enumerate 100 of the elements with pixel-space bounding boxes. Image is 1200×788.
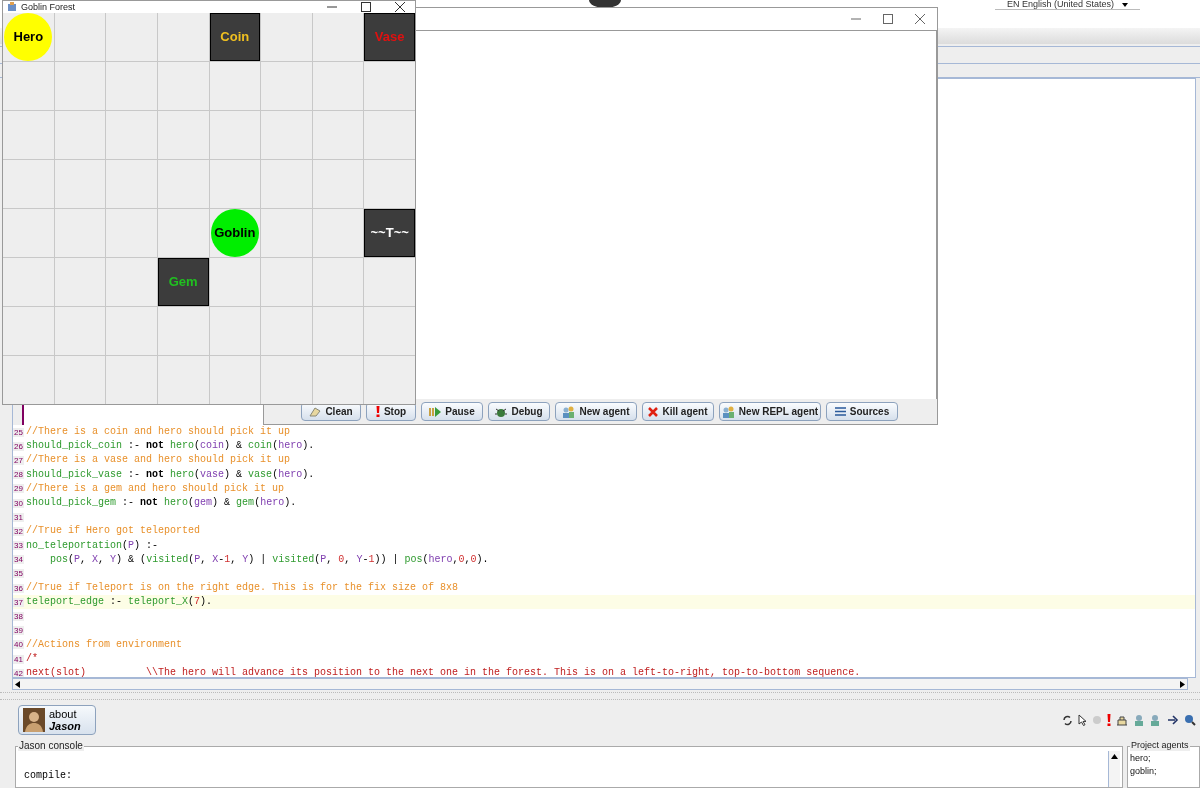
vertical-scrollbar[interactable] — [1108, 751, 1120, 787]
grid-cell — [157, 356, 209, 404]
code-line: /* — [26, 652, 38, 667]
line-number: 42 — [13, 668, 24, 677]
arrow-icon[interactable] — [1167, 715, 1179, 725]
code-line: should_pick_coin :- not hero(coin) & coin(hero). — [26, 439, 315, 454]
grid-cell — [261, 62, 312, 110]
grid-cell — [3, 307, 54, 355]
people-icon — [562, 405, 576, 418]
scroll-left-icon[interactable] — [15, 680, 20, 688]
grid-cell — [54, 307, 106, 355]
agent-list-item[interactable]: hero; — [1130, 752, 1151, 765]
grid-cell — [209, 356, 261, 404]
line-number: 25 — [13, 427, 24, 437]
toolbar-button[interactable]: Pause — [421, 402, 483, 421]
language-dropdown[interactable]: EN English (United States) — [994, 0, 1140, 10]
grid-cell — [157, 111, 209, 159]
search-icon[interactable] — [1184, 714, 1196, 726]
line-number: 26 — [13, 441, 24, 451]
line-number: 33 — [13, 541, 24, 551]
grid-cell — [261, 160, 312, 208]
code-line: //There is a coin and hero should pick it up — [26, 425, 291, 440]
grid-cell — [312, 258, 364, 306]
grid-cell — [261, 258, 312, 306]
toolbar-button[interactable]: New REPL agent — [719, 402, 821, 421]
grid-cell — [106, 13, 157, 61]
grid-cell — [54, 160, 106, 208]
grid-cell — [312, 356, 364, 404]
maximize-icon[interactable] — [883, 14, 893, 24]
grid-cell — [209, 62, 261, 110]
cursor-icon[interactable] — [1078, 714, 1087, 726]
grid-cell — [261, 307, 312, 355]
grid-cell — [3, 258, 54, 306]
app-icon — [7, 2, 17, 12]
menu-icon — [834, 407, 846, 416]
toolbar-button[interactable]: Sources — [826, 402, 898, 421]
code-line: should_pick_vase :- not hero(vase) & vase(hero). — [26, 467, 315, 482]
console-line: compile: — [24, 769, 73, 782]
line-number: 29 — [13, 484, 24, 494]
scroll-right-icon[interactable] — [1180, 680, 1185, 688]
grid-cell — [312, 307, 364, 355]
grid-cell — [261, 13, 312, 61]
line-number: 37 — [13, 597, 24, 607]
grid-cell — [106, 356, 157, 404]
item-label: Gem — [168, 273, 198, 292]
code-line: //There is a gem and hero should pick it up — [26, 481, 285, 496]
grid-cell — [364, 62, 415, 110]
grid-cell — [106, 160, 157, 208]
toolbar-button[interactable]: Debug — [488, 402, 550, 421]
avatar-icon — [23, 708, 45, 732]
grid-cell — [209, 111, 261, 159]
about-button[interactable]: about Jason — [18, 705, 96, 735]
line-number: 36 — [13, 583, 24, 593]
grid-cell — [312, 160, 364, 208]
grid-cell — [3, 209, 54, 257]
item-label: ~~T~~ — [370, 224, 409, 243]
panel-title: Jason console — [18, 740, 84, 751]
line-number: 39 — [13, 626, 24, 636]
cross-icon — [648, 406, 659, 417]
code-line: no_teleportation(P) :- — [26, 538, 159, 553]
code-line: //True if Teleport is on the right edge. This is for the fix size of 8x8 — [26, 581, 459, 596]
grid-cell — [364, 307, 415, 355]
caret-icon — [1122, 2, 1128, 7]
line-number: 35 — [13, 569, 24, 579]
grid-cell — [106, 111, 157, 159]
line-number: 30 — [13, 498, 24, 508]
agent-token: Goblin — [210, 209, 259, 257]
line-number: 40 — [13, 640, 24, 650]
grid-cell — [54, 356, 106, 404]
maximize-icon[interactable] — [361, 2, 371, 12]
grid-cell — [364, 258, 415, 306]
code-line: //There is a vase and hero should pick it up — [26, 453, 291, 468]
grid-cell — [106, 258, 157, 306]
item-label: Vase — [374, 28, 405, 47]
grid-cell — [261, 111, 312, 159]
grid-cell — [157, 160, 209, 208]
grid-cell — [3, 111, 54, 159]
agent-list-item[interactable]: goblin; — [1130, 765, 1157, 778]
people-icon — [721, 405, 735, 418]
exclamation-icon[interactable] — [1107, 714, 1111, 726]
grid-cell — [54, 111, 106, 159]
toolbar-button[interactable]: Kill agent — [642, 402, 714, 421]
grid-cell — [364, 111, 415, 159]
scroll-up-icon[interactable] — [1111, 754, 1118, 759]
grid-cell — [157, 307, 209, 355]
horizontal-scrollbar[interactable] — [12, 678, 1188, 690]
inspector-icon[interactable] — [1116, 714, 1128, 726]
grid-cell — [106, 62, 157, 110]
grid-cell — [106, 209, 157, 257]
line-number: 27 — [13, 455, 24, 465]
line-number: 28 — [13, 470, 24, 480]
code-line: teleport_edge :- teleport_X(7). — [26, 595, 213, 610]
close-icon[interactable] — [915, 14, 925, 24]
grid-cell — [54, 258, 106, 306]
code-line: //True if Hero got teleported — [26, 524, 201, 539]
refresh-icon[interactable] — [1062, 714, 1073, 726]
agent-token: Hero — [4, 13, 53, 61]
close-icon[interactable] — [395, 2, 405, 12]
toolbar-button[interactable]: New agent — [555, 402, 637, 421]
grid-cell — [312, 13, 364, 61]
